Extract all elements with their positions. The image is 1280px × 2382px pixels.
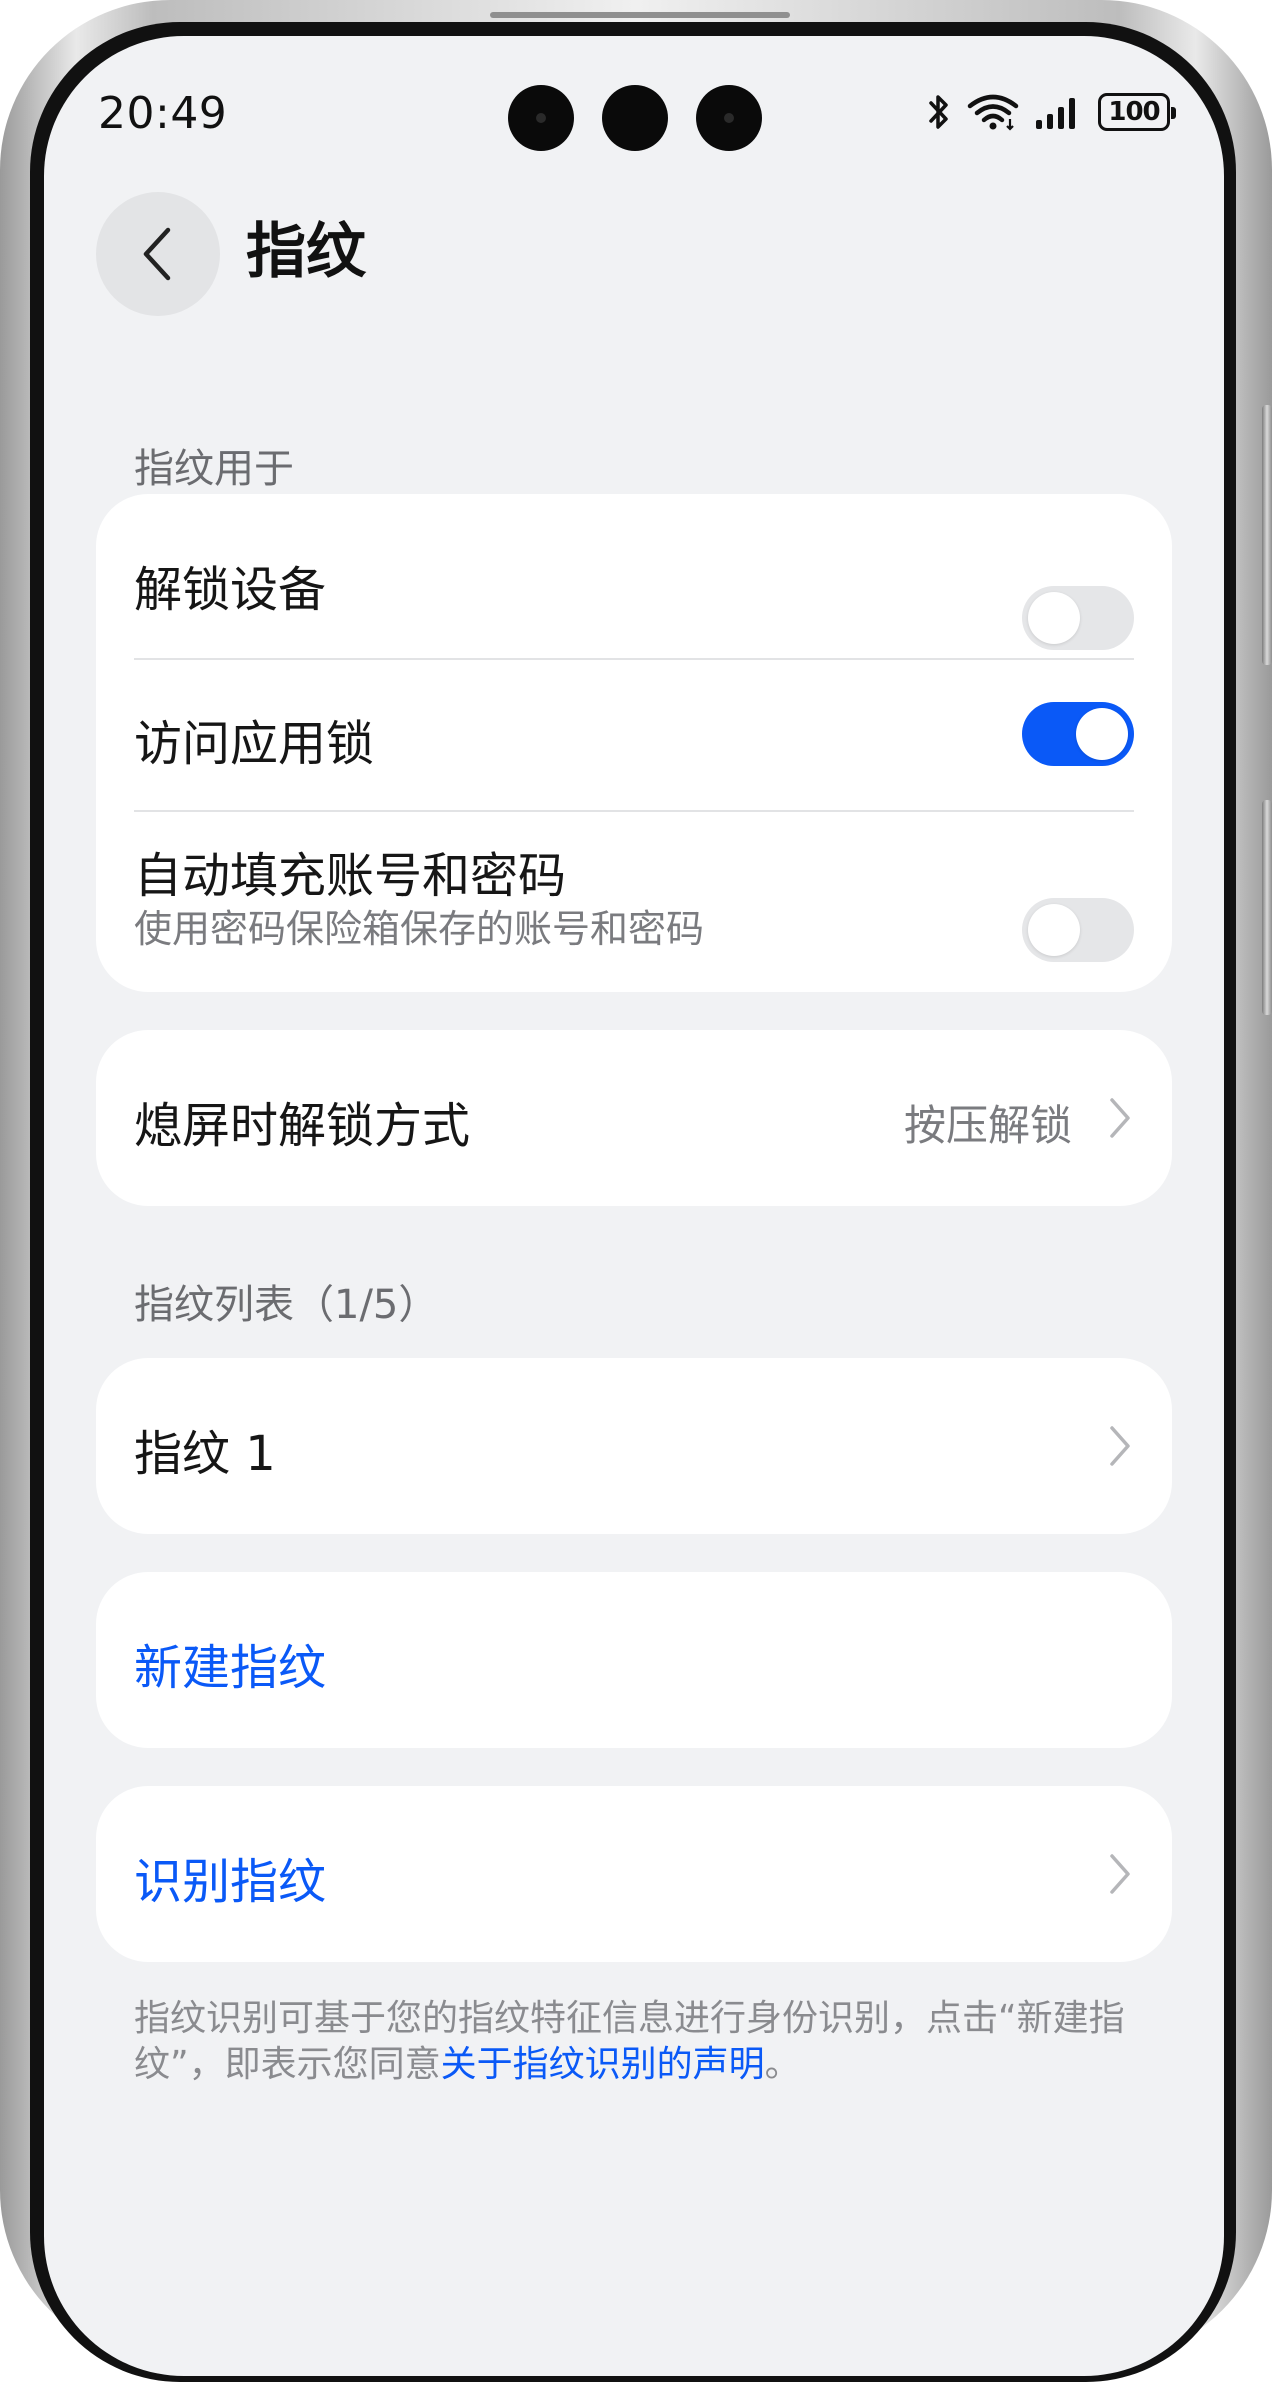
wifi-icon [967, 94, 1019, 131]
fingerprint-1-label: 指纹 1 [134, 1426, 276, 1482]
status-time: 20:49 [98, 88, 228, 139]
back-button[interactable] [96, 192, 220, 316]
chevron-left-icon [143, 227, 171, 281]
chevron-right-icon [1110, 1098, 1130, 1138]
app-lock-label: 访问应用锁 [134, 716, 375, 772]
screen: 20:49 100 指纹 指纹用于 解锁设备 访问应用锁 自动填充账号和密码 使… [44, 36, 1224, 2376]
footnote: 指纹识别可基于您的指纹特征信息进行身份识别，点击“新建指纹”，即表示您同意关于指… [134, 1996, 1184, 2088]
fingerprint-1-card[interactable]: 指纹 1 [96, 1358, 1172, 1534]
app-lock-row[interactable]: 访问应用锁 [134, 660, 1134, 810]
phone-top-slot [490, 12, 790, 18]
screen-off-unlock-value: 按压解锁 [903, 1101, 1072, 1150]
chevron-right-icon [1110, 1426, 1130, 1466]
autofill-row[interactable]: 自动填充账号和密码 使用密码保险箱保存的账号和密码 [134, 812, 1134, 992]
camera-icon [696, 85, 762, 151]
identify-fingerprint-card[interactable]: 识别指纹 [96, 1786, 1172, 1962]
unlock-device-label: 解锁设备 [134, 562, 327, 618]
chevron-right-icon [1110, 1854, 1130, 1894]
screen-off-unlock-label: 熄屏时解锁方式 [134, 1098, 471, 1154]
autofill-sublabel: 使用密码保险箱保存的账号和密码 [134, 907, 705, 951]
power-button [1262, 800, 1272, 1015]
camera-icon [602, 85, 668, 151]
phone-frame: 20:49 100 指纹 指纹用于 解锁设备 访问应用锁 自动填充账号和密码 使… [0, 0, 1272, 2382]
autofill-label: 自动填充账号和密码 [134, 848, 567, 904]
volume-button [1262, 405, 1272, 665]
usage-card: 解锁设备 访问应用锁 自动填充账号和密码 使用密码保险箱保存的账号和密码 [96, 494, 1172, 992]
app-lock-toggle[interactable] [1022, 702, 1134, 766]
autofill-toggle[interactable] [1022, 898, 1134, 962]
section-label-list: 指纹列表（1/5） [134, 1282, 439, 1328]
unlock-device-row[interactable]: 解锁设备 [134, 494, 1134, 658]
new-fingerprint-button[interactable]: 新建指纹 [134, 1628, 326, 1698]
unlock-device-toggle[interactable] [1022, 586, 1134, 650]
battery-icon: 100 [1098, 93, 1176, 131]
statement-link[interactable]: 关于指纹识别的声明 [441, 2044, 765, 2085]
footnote-end: 。 [764, 2044, 801, 2085]
status-icons: 100 [926, 88, 1176, 136]
bluetooth-icon [929, 95, 948, 129]
page-title: 指纹 [246, 217, 366, 287]
camera-icon [508, 85, 574, 151]
new-fingerprint-card[interactable]: 新建指纹 [96, 1572, 1172, 1748]
screen-off-unlock-card[interactable]: 熄屏时解锁方式 按压解锁 [96, 1030, 1172, 1206]
identify-fingerprint-button[interactable]: 识别指纹 [134, 1842, 326, 1912]
signal-icon [1036, 98, 1075, 129]
section-label-usage: 指纹用于 [134, 446, 294, 492]
